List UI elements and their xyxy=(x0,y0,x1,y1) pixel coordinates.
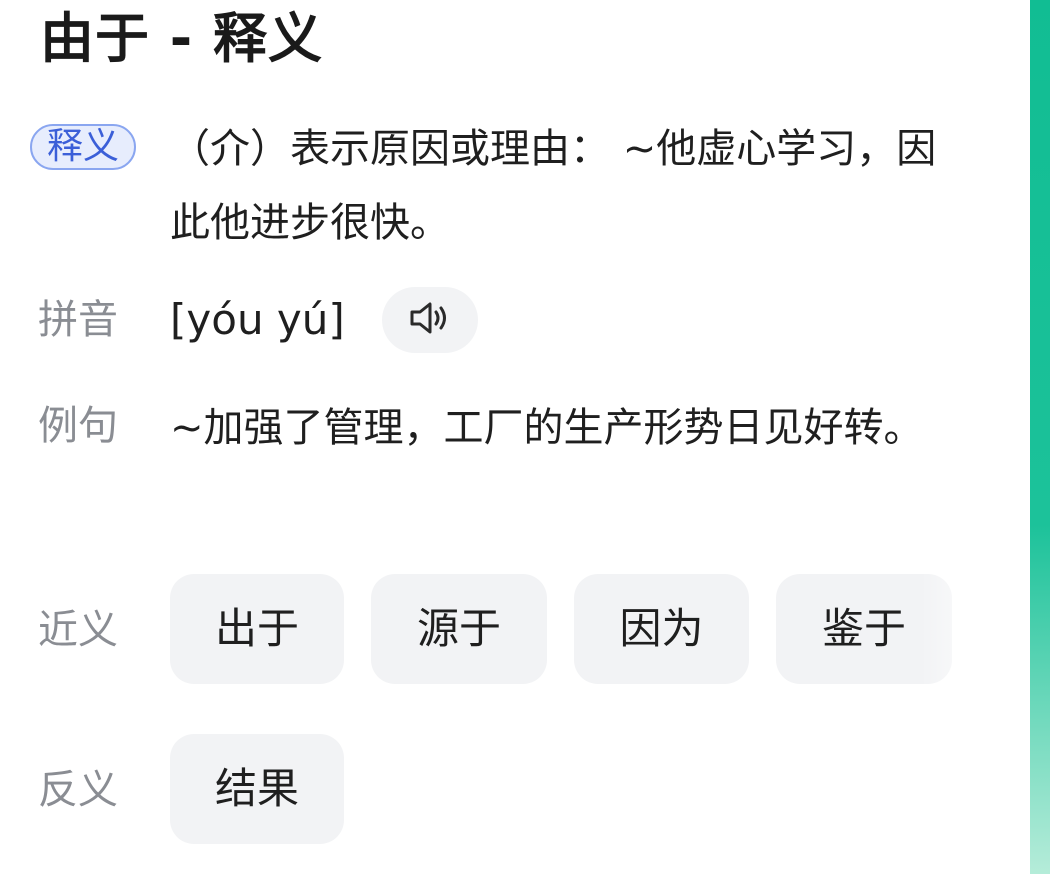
antonym-chip[interactable]: 结果 xyxy=(170,734,344,844)
synonym-chip[interactable]: 鉴于 xyxy=(776,574,952,684)
synonyms-label: 近义 xyxy=(38,607,118,653)
antonyms-label: 反义 xyxy=(38,767,118,813)
pinyin-value: [yóu yú] xyxy=(170,295,345,344)
synonym-chip[interactable]: 源于 xyxy=(371,574,547,684)
definition-tag: 释义 xyxy=(30,124,136,170)
definition-text: （介）表示原因或理由： ~他虚心学习，因此他进步很快。 xyxy=(170,126,937,246)
dictionary-page: 由于 - 释义 释义 （介）表示原因或理由： ~他虚心学习，因此他进步很快。 拼… xyxy=(0,0,1050,874)
pinyin-label: 拼音 xyxy=(38,297,118,343)
play-audio-button[interactable] xyxy=(382,287,478,353)
example-label: 例句 xyxy=(38,403,118,449)
page-title: 由于 - 释义 xyxy=(40,7,324,70)
synonym-chip[interactable]: 因为 xyxy=(574,574,749,684)
speaker-icon xyxy=(406,298,454,342)
scrollbar[interactable] xyxy=(1030,0,1050,874)
synonym-chip[interactable]: 出于 xyxy=(170,574,344,684)
example-text: ~加强了管理，工厂的生产形势日见好转。 xyxy=(170,405,924,451)
